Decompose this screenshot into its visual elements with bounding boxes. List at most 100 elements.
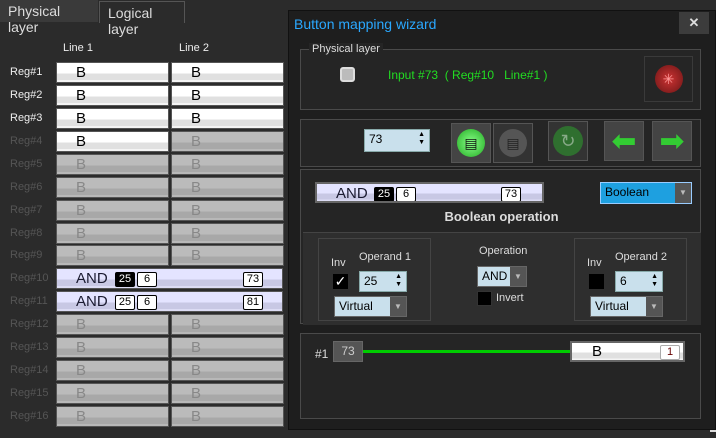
spinner-arrows-icon[interactable]: ▲ ▼ <box>418 131 425 147</box>
next-button[interactable]: ➡ <box>652 121 692 161</box>
cell-label: B <box>191 385 202 403</box>
button-cell[interactable]: B <box>56 314 169 336</box>
output-cell-badge: 1 <box>660 345 680 360</box>
input-state-indicator <box>340 67 355 82</box>
logic-op: AND <box>76 293 108 311</box>
operand-2-label: Operand 2 <box>615 251 667 263</box>
button-cell[interactable]: B <box>171 130 284 152</box>
cell-label: B <box>191 155 202 173</box>
cell-label: B <box>191 362 202 380</box>
cell-label: B <box>191 316 202 334</box>
spinner-arrows-icon[interactable]: ▲ ▼ <box>651 273 658 289</box>
boolean-group: AND 25 6 73 Boolean ▼ Boolean operation I… <box>300 169 701 325</box>
button-cell[interactable]: B <box>171 153 284 175</box>
operation-preview: AND 25 6 73 <box>315 182 544 203</box>
cell-label: B <box>191 109 202 127</box>
operand-2-spinner[interactable]: 6 ▲ ▼ <box>615 271 663 292</box>
button-cell[interactable]: B <box>171 245 284 267</box>
cell-label: B <box>76 109 87 127</box>
tab-logical-layer[interactable]: Logical layer <box>99 1 185 37</box>
operand-1-label: Operand 1 <box>359 251 411 263</box>
button-cell[interactable]: B <box>171 314 284 336</box>
button-cell[interactable]: B <box>171 383 284 405</box>
copy-icon: ▤ <box>457 129 485 157</box>
spinner-arrows-icon[interactable]: ▲ ▼ <box>395 273 402 289</box>
paste-button[interactable]: ▤ <box>493 123 533 163</box>
row-label: Reg#14 <box>10 364 49 377</box>
cell-label: B <box>191 86 202 104</box>
button-cell[interactable]: B <box>171 84 284 106</box>
cell-label: B <box>76 178 87 196</box>
toolbar-group: 73 ▲ ▼ ▤ ▤ ↻ ⬅ ➡ <box>300 119 701 167</box>
link-line <box>363 350 571 353</box>
logic-cell[interactable]: AND 25 6 81 <box>56 291 283 313</box>
button-cell[interactable]: B <box>171 62 284 83</box>
button-cell[interactable]: B <box>56 153 169 175</box>
operand-2-box: Inv Operand 2 6 ▲ ▼ Virtual ▼ <box>574 238 687 321</box>
cell-label: B <box>191 224 202 242</box>
preview-op: AND <box>336 185 368 202</box>
button-cell[interactable]: B <box>56 337 169 359</box>
button-cell[interactable]: B <box>56 62 169 83</box>
row-label: Reg#6 <box>10 180 43 193</box>
preview-output: 73 <box>501 187 521 201</box>
cell-label: B <box>76 201 87 219</box>
operation-dropdown[interactable]: AND ▼ <box>477 266 527 287</box>
output-index: #1 <box>315 347 329 361</box>
button-cell[interactable]: B <box>56 222 169 244</box>
button-cell[interactable]: B <box>56 176 169 198</box>
button-cell[interactable]: B <box>171 176 284 198</box>
operand-1-source-dropdown[interactable]: Virtual ▼ <box>334 296 407 317</box>
button-cell[interactable]: B <box>171 405 284 427</box>
previous-button[interactable]: ⬅ <box>604 121 644 161</box>
cell-label: B <box>191 178 202 196</box>
cell-label: B <box>191 339 202 357</box>
reset-button[interactable]: ↻ <box>548 121 588 161</box>
invert-checkbox[interactable] <box>477 291 492 306</box>
cell-label: B <box>76 247 87 265</box>
cell-label: B <box>76 86 87 104</box>
paste-icon: ▤ <box>499 129 527 157</box>
button-cell[interactable]: B <box>56 360 169 382</box>
button-cell[interactable]: B <box>56 130 169 152</box>
button-cell[interactable]: B <box>56 383 169 405</box>
button-cell[interactable]: B <box>171 360 284 382</box>
row-label: Reg#15 <box>10 387 49 400</box>
reset-icon: ↻ <box>553 126 583 156</box>
operand-2-source-dropdown[interactable]: Virtual ▼ <box>590 296 663 317</box>
button-cell[interactable]: B <box>171 337 284 359</box>
cell-label: B <box>76 316 87 334</box>
spinner-icon: ✳ <box>654 65 683 93</box>
row-label: Reg#11 <box>10 295 48 308</box>
operand-2-inv-checkbox[interactable] <box>589 274 604 289</box>
operand-1-spinner[interactable]: 25 ▲ ▼ <box>359 271 407 292</box>
button-cell[interactable]: B <box>56 84 169 106</box>
row-label: Reg#1 <box>10 66 43 78</box>
tab-physical-layer[interactable]: Physical layer <box>0 0 98 35</box>
record-button[interactable]: ✳ <box>644 56 693 102</box>
button-cell[interactable]: B <box>56 405 169 427</box>
output-cell[interactable]: B 1 <box>570 341 685 362</box>
input-number-spinner[interactable]: 73 ▲ ▼ <box>364 129 430 152</box>
logic-cell[interactable]: AND 25 6 73 <box>56 268 283 290</box>
button-cell[interactable]: B <box>171 107 284 129</box>
operation-label: Operation <box>479 245 528 257</box>
cell-label: B <box>76 132 87 150</box>
logic-output: 81 <box>243 295 263 311</box>
logic-op: AND <box>76 270 108 288</box>
close-button[interactable]: ✕ <box>679 12 709 34</box>
operand-1-box: Inv Operand 1 ✓ 25 ▲ ▼ Virtual ▼ <box>318 238 431 321</box>
button-cell[interactable]: B <box>56 245 169 267</box>
row-label: Reg#10 <box>10 272 49 285</box>
chevron-down-icon: ▼ <box>646 297 662 316</box>
operand-1-inv-checkbox[interactable]: ✓ <box>333 274 348 289</box>
button-cell[interactable]: B <box>171 222 284 244</box>
button-cell[interactable]: B <box>56 107 169 129</box>
preview-operand-a: 25 <box>374 187 394 201</box>
cell-label: B <box>76 224 87 242</box>
operation-type-dropdown[interactable]: Boolean ▼ <box>600 182 692 204</box>
button-cell[interactable]: B <box>56 199 169 221</box>
operand-2-inv-label: Inv <box>587 257 602 269</box>
copy-button[interactable]: ▤ <box>451 123 491 163</box>
button-cell[interactable]: B <box>171 199 284 221</box>
